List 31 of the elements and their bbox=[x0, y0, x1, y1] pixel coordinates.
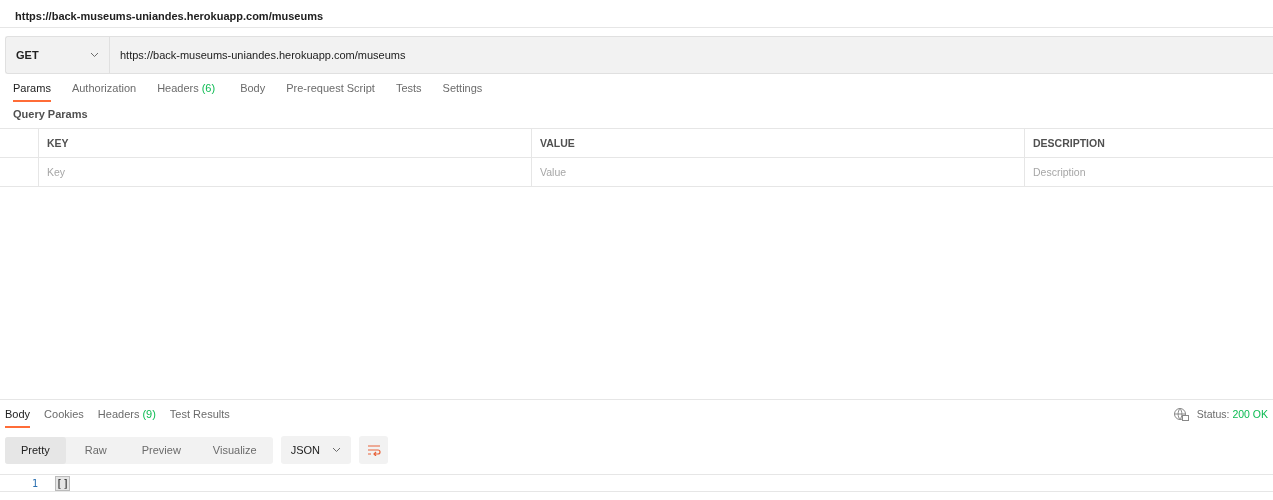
view-mode-tab[interactable]: Pretty bbox=[5, 436, 66, 464]
view-mode-tab[interactable]: Raw bbox=[65, 436, 126, 464]
request-tab[interactable]: Headers (6) bbox=[157, 74, 216, 102]
response-tab[interactable]: Test Results bbox=[169, 400, 230, 428]
request-tab[interactable]: Body bbox=[240, 74, 266, 102]
request-tab[interactable]: Pre-request Script bbox=[286, 74, 375, 102]
url-field[interactable]: https://back-museums-uniandes.herokuapp.com/museums bbox=[110, 37, 1273, 73]
column-header: VALUE bbox=[531, 129, 1024, 158]
status-text: Status: 200 OK bbox=[1196, 408, 1268, 420]
request-tab[interactable]: Params bbox=[13, 74, 51, 102]
chevron-down-icon bbox=[332, 447, 342, 453]
wrap-button[interactable] bbox=[359, 436, 389, 464]
column-header: DESCRIPTION bbox=[1024, 129, 1273, 158]
code-text: [] bbox=[56, 476, 70, 490]
chevron-down-icon bbox=[90, 52, 99, 58]
view-mode-tab[interactable]: Preview bbox=[125, 436, 197, 464]
column-header: KEY bbox=[38, 129, 531, 158]
wrap-lines-icon bbox=[366, 444, 381, 456]
request-tab[interactable]: Settings bbox=[442, 74, 483, 102]
globe-lock-icon bbox=[1172, 407, 1189, 421]
response-tab[interactable]: Body bbox=[5, 400, 31, 428]
response-tab[interactable]: Cookies bbox=[44, 400, 84, 428]
request-tab[interactable]: Authorization bbox=[71, 74, 137, 102]
request-tab[interactable]: Tests bbox=[395, 74, 422, 102]
format-dropdown[interactable]: JSON bbox=[280, 436, 352, 464]
method-dropdown[interactable]: GET bbox=[6, 37, 110, 73]
section-title: Query Params bbox=[12, 107, 89, 122]
request-title: https://back-museums-uniandes.herokuapp.com/museums bbox=[0, 0, 1273, 28]
response-tab[interactable]: Headers (9) bbox=[97, 400, 156, 428]
line-number: 1 bbox=[30, 477, 38, 489]
view-mode-tab[interactable]: Visualize bbox=[196, 436, 273, 464]
